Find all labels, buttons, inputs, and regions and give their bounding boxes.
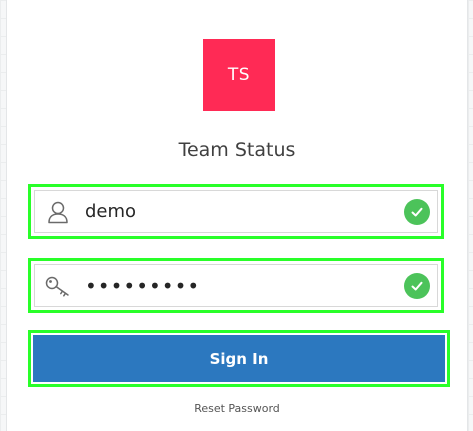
password-highlight xyxy=(28,258,444,313)
sign-in-button[interactable]: Sign In xyxy=(33,335,445,382)
key-icon xyxy=(35,265,81,306)
reset-password-link[interactable]: Reset Password xyxy=(7,402,467,415)
app-title: Team Status xyxy=(178,139,296,161)
password-field[interactable] xyxy=(34,264,438,307)
user-icon xyxy=(35,191,81,232)
check-icon xyxy=(404,272,430,299)
username-highlight xyxy=(28,184,444,239)
check-icon xyxy=(404,198,430,225)
username-input[interactable] xyxy=(81,191,404,232)
username-field[interactable] xyxy=(34,190,438,233)
password-input[interactable] xyxy=(81,265,404,306)
app-logo: TS xyxy=(203,39,275,111)
login-card: TS Team Status demo Sign In Reset Passwo… xyxy=(7,0,467,431)
logo-initials: TS xyxy=(227,65,251,85)
signin-highlight: Sign In xyxy=(28,330,450,387)
